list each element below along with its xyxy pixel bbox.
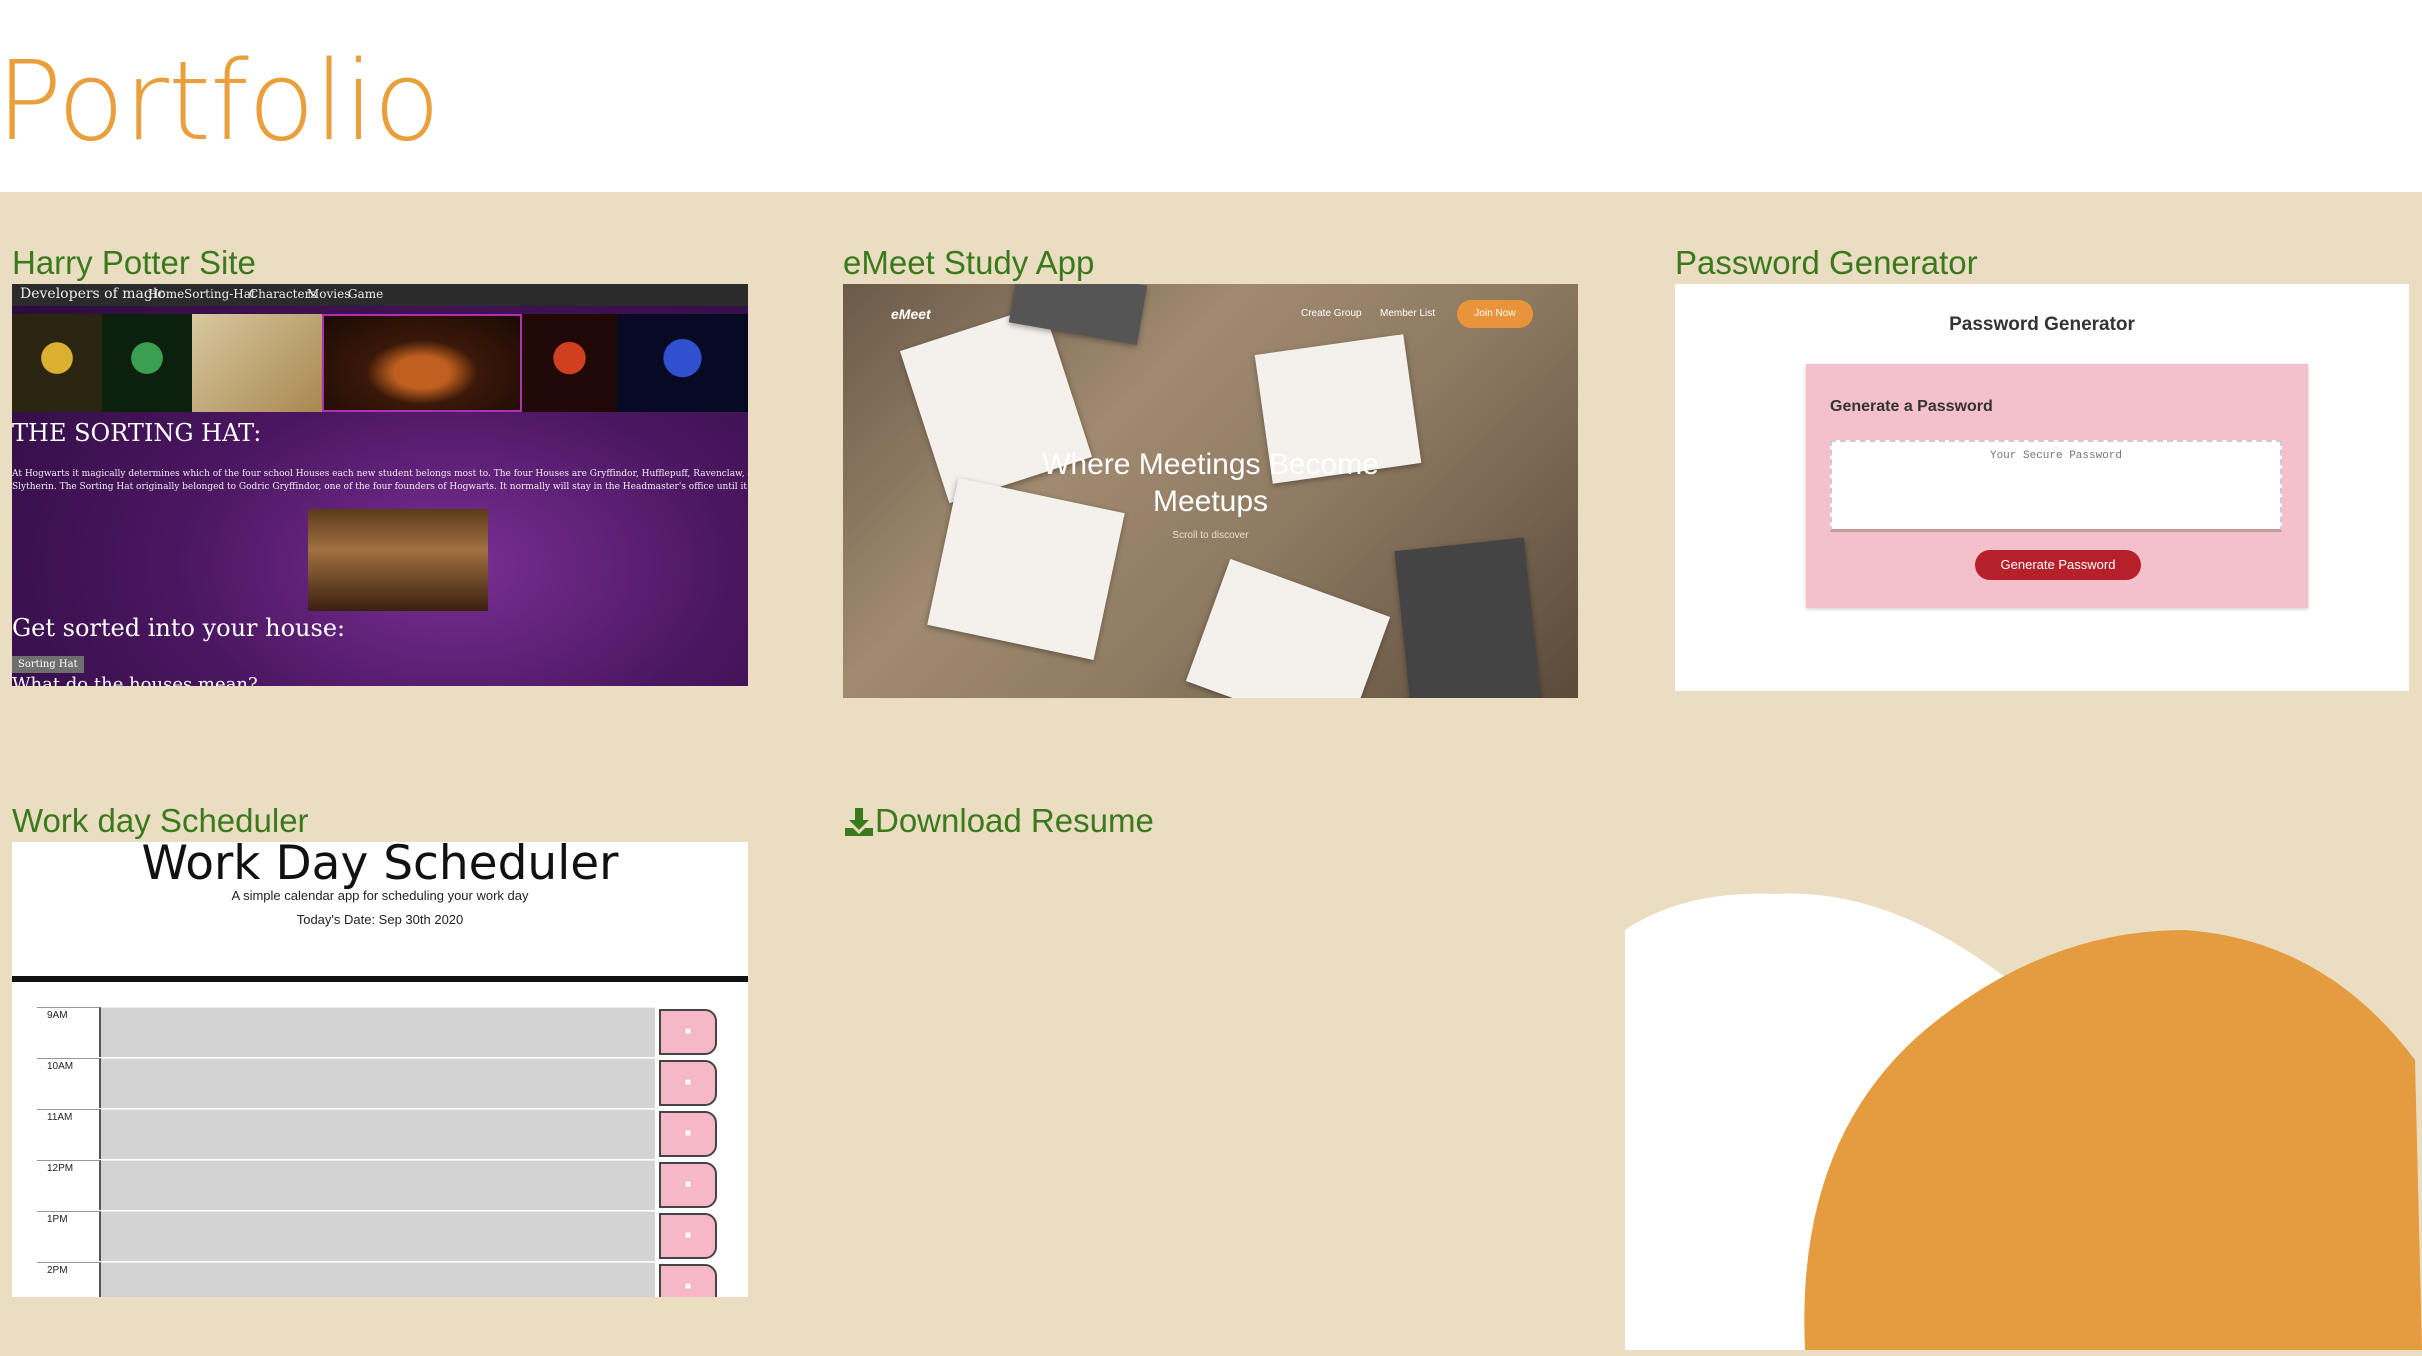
wd-description — [101, 1058, 655, 1108]
hp-nav-item: Home — [148, 287, 185, 301]
hp-paragraph: At Hogwarts it magically determines whic… — [12, 468, 748, 494]
hp-paragraph-line: At Hogwarts it magically determines whic… — [12, 469, 748, 479]
project-link-emeet[interactable]: eMeet Study App — [843, 244, 1094, 282]
hp-nav-item: Game — [348, 287, 384, 301]
wd-time-block: 10AM ■ — [37, 1058, 720, 1108]
wd-hour-label: 12PM — [37, 1160, 101, 1210]
hp-heading: THE SORTING HAT: — [12, 419, 262, 447]
hp-paragraph-line: Slytherin. The Sorting Hat originally be… — [12, 482, 748, 492]
hp-navbar: Developers of magic Home Sorting-Hat Cha… — [12, 284, 748, 306]
wd-hour-label: 1PM — [37, 1211, 101, 1261]
hufflepuff-crest-image — [12, 314, 102, 412]
wd-lead: A simple calendar app for scheduling you… — [231, 888, 529, 903]
wd-time-block: 12PM ■ — [37, 1160, 720, 1210]
save-icon: ■ — [659, 1264, 717, 1297]
save-icon: ■ — [659, 1009, 717, 1055]
hp-nav-item: Movies — [307, 287, 351, 301]
wd-time-block: 2PM ■ — [37, 1262, 720, 1297]
slytherin-crest-image — [102, 314, 192, 412]
emeet-join-button: Join Now — [1457, 300, 1533, 328]
great-hall-image — [308, 509, 488, 611]
hp-brand: Developers of magic — [20, 286, 166, 302]
save-icon: ■ — [659, 1162, 717, 1208]
ravenclaw-crest-image — [617, 314, 748, 412]
save-icon: ■ — [659, 1111, 717, 1157]
wd-hour-label: 9AM — [37, 1007, 101, 1057]
gryffindor-crest-image — [522, 314, 617, 412]
wd-divider — [12, 976, 748, 982]
wd-description — [101, 1007, 655, 1057]
download-icon — [845, 808, 873, 836]
project-link-work-day-scheduler[interactable]: Work day Scheduler — [12, 802, 309, 840]
wd-description — [101, 1160, 655, 1210]
project-link-password-generator[interactable]: Password Generator — [1675, 244, 1978, 282]
project-screenshot-work-day-scheduler[interactable]: Work Day Scheduler A simple calendar app… — [12, 842, 748, 1297]
newspaper-image — [192, 314, 322, 412]
pg-generate-button: Generate Password — [1975, 550, 2141, 580]
emeet-hero-line: Meetups — [1152, 485, 1269, 518]
project-card-emeet: eMeet Study App eMeet Create Group Membe… — [843, 244, 1578, 704]
hp-subheading: Get sorted into your house: — [12, 614, 346, 642]
page-title: Portfolio — [0, 37, 441, 165]
emeet-hero-line: Where Meetings Become — [1042, 448, 1379, 481]
wd-time-block: 1PM ■ — [37, 1211, 720, 1261]
wd-hour-label: 11AM — [37, 1109, 101, 1159]
emeet-nav-item: Create Group — [1301, 308, 1362, 319]
emeet-scroll-hint: Scroll to discover — [1172, 530, 1249, 541]
paper-image — [1185, 558, 1391, 698]
project-screenshot-harry-potter[interactable]: Developers of magic Home Sorting-Hat Cha… — [12, 284, 748, 686]
pg-card: Generate a Password Your Secure Password… — [1806, 364, 2308, 608]
hp-sorting-button: Sorting Hat — [12, 656, 84, 673]
wd-hour-label: 10AM — [37, 1058, 101, 1108]
emeet-brand: eMeet — [891, 306, 931, 322]
pg-placeholder: Your Secure Password — [1989, 450, 2123, 462]
project-card-harry-potter: Harry Potter Site Developers of magic Ho… — [12, 244, 748, 692]
laptop-image — [1394, 537, 1542, 698]
pg-heading: Password Generator — [1949, 314, 2135, 335]
wd-description — [101, 1109, 655, 1159]
wd-time-block: 11AM ■ — [37, 1109, 720, 1159]
wd-description — [101, 1262, 655, 1297]
project-link-harry-potter[interactable]: Harry Potter Site — [12, 244, 256, 282]
wd-description — [101, 1211, 655, 1261]
wd-date: Today's Date: Sep 30th 2020 — [296, 912, 464, 927]
download-resume-label: Download Resume — [875, 802, 1154, 839]
project-screenshot-emeet[interactable]: eMeet Create Group Member List Join Now … — [843, 284, 1578, 698]
page-header: Portfolio — [0, 0, 2422, 192]
hp-partial-heading: What do the houses mean? — [12, 674, 258, 686]
project-card-password-generator: Password Generator Password Generator Ge… — [1675, 244, 2409, 694]
save-icon: ■ — [659, 1060, 717, 1106]
sorting-hat-image — [322, 314, 522, 412]
pg-card-heading: Generate a Password — [1830, 398, 1993, 415]
hp-house-banner — [12, 314, 748, 412]
hp-nav-item: Sorting-Hat — [184, 287, 256, 301]
emeet-hero-text: Where Meetings Become Meetups — [843, 446, 1578, 520]
project-screenshot-password-generator[interactable]: Password Generator Generate a Password Y… — [1675, 284, 2409, 691]
wd-hour-label: 2PM — [37, 1262, 101, 1297]
wd-heading: Work Day Scheduler — [141, 842, 619, 891]
emeet-nav-item: Member List — [1380, 308, 1436, 319]
pg-password-textarea: Your Secure Password — [1830, 440, 2282, 532]
project-card-work-day-scheduler: Work day Scheduler Work Day Scheduler A … — [12, 802, 748, 1302]
wd-time-block: 9AM ■ — [37, 1007, 720, 1057]
decorative-sun-shape — [1625, 893, 2422, 1350]
save-icon: ■ — [659, 1213, 717, 1259]
